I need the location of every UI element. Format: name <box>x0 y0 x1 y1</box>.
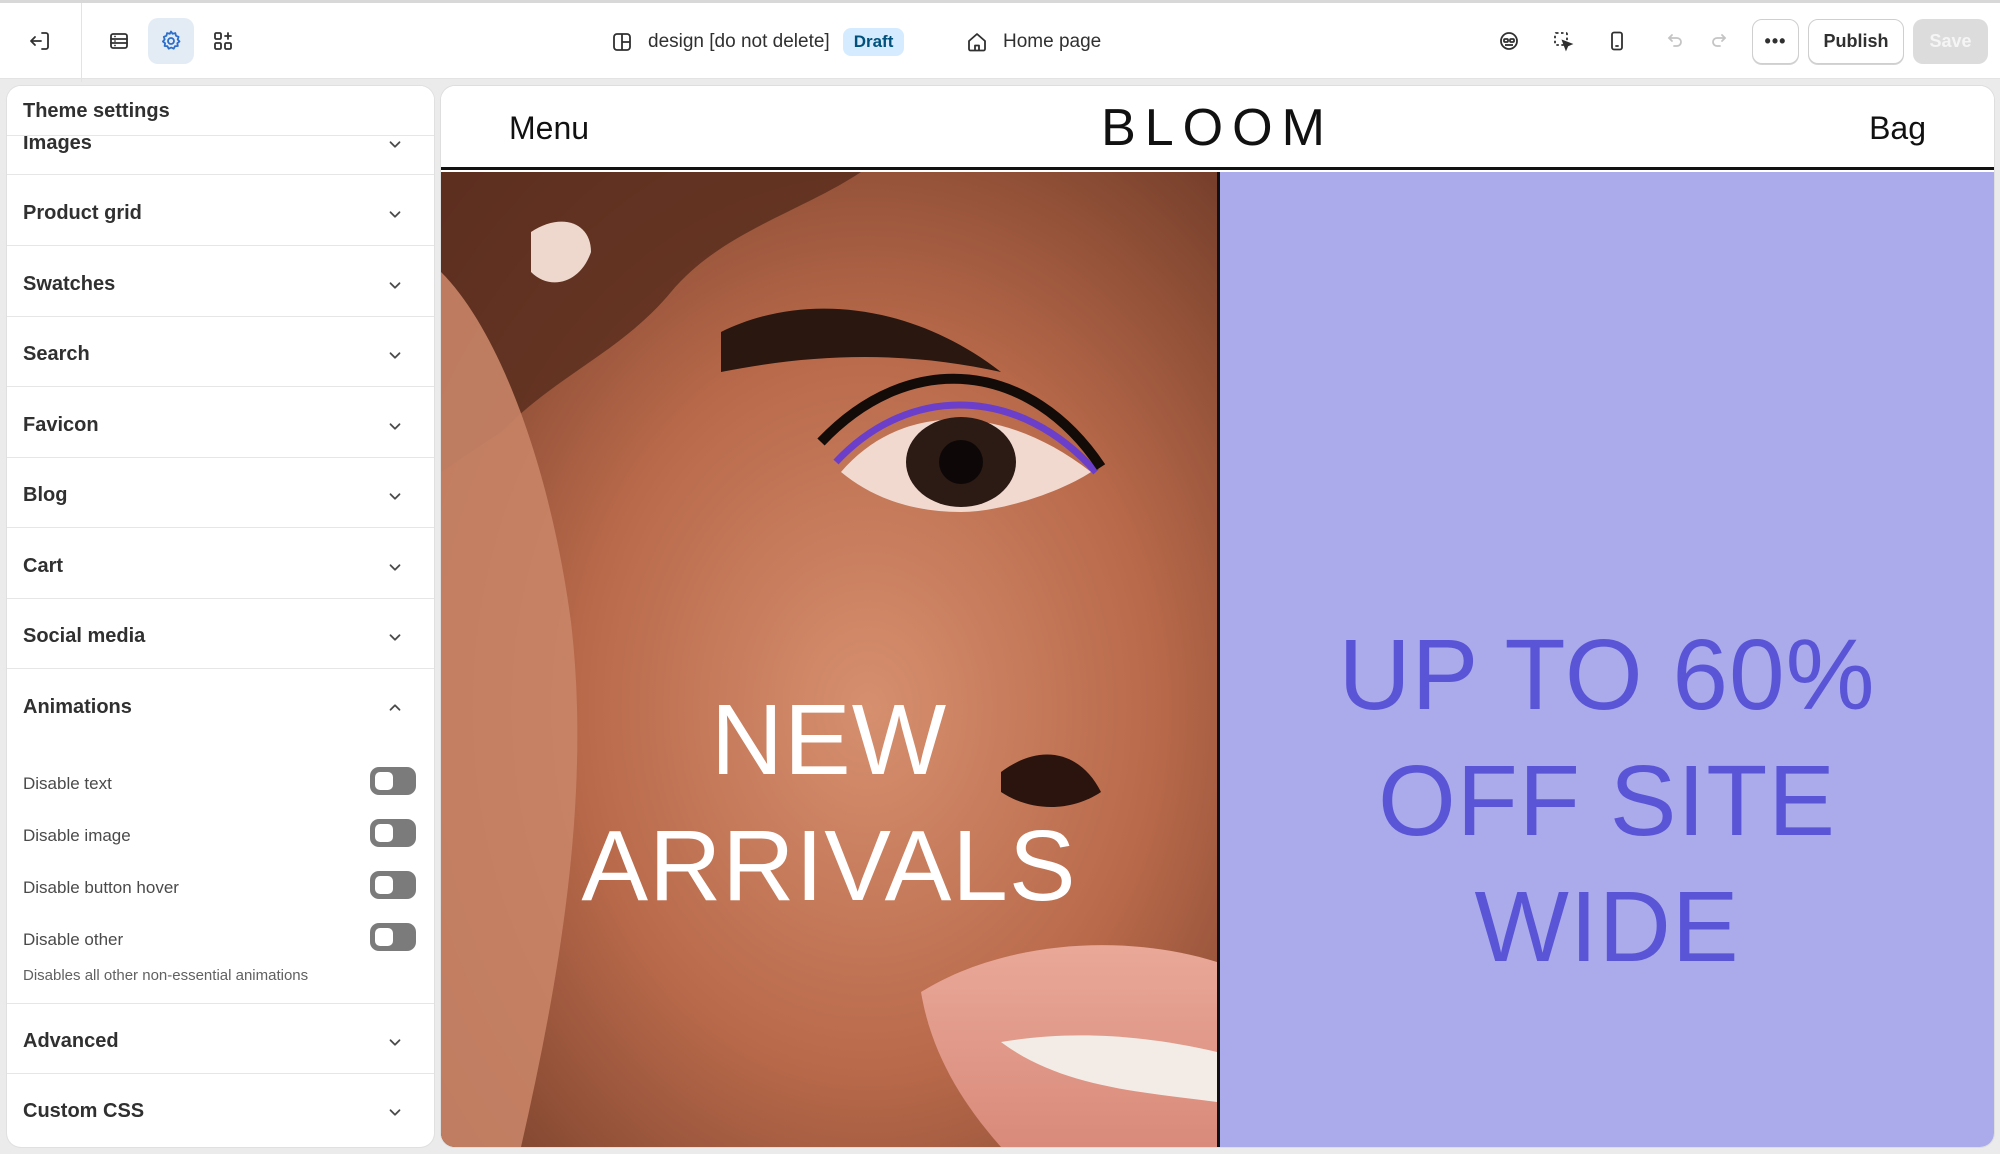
section-label: Social media <box>23 625 146 647</box>
section-search[interactable]: Search <box>7 317 434 387</box>
chevron-down-icon <box>389 1109 401 1116</box>
toggle-label: Disable other <box>23 930 124 949</box>
theme-name: design [do not delete] <box>648 31 830 52</box>
new-arrivals-heading: NEW ARRIVALS <box>441 677 1217 929</box>
theme-settings-button[interactable] <box>148 18 194 64</box>
banner-line: ARRIVALS <box>581 810 1077 922</box>
topbar-divider <box>81 3 82 82</box>
toggle-label: Disable text <box>23 774 112 793</box>
undo-button[interactable] <box>1651 18 1697 64</box>
sale-banner[interactable]: UP TO 60% OFF SITE WIDE <box>1220 172 1994 1147</box>
section-favicon[interactable]: Favicon <box>7 388 434 458</box>
redo-button[interactable] <box>1697 18 1743 64</box>
section-swatches[interactable]: Swatches <box>7 247 434 317</box>
section-animations-header[interactable]: Animations <box>7 670 434 740</box>
status-badge: Draft <box>842 28 905 56</box>
redo-icon <box>1712 34 1727 47</box>
toggle-knob <box>375 824 393 842</box>
home-icon <box>968 33 986 52</box>
gear-icon <box>162 30 181 50</box>
inspector-icon <box>1500 32 1518 50</box>
disable-button-hover-row: Disable button hover <box>7 868 434 908</box>
section-label: Search <box>23 343 90 365</box>
section-label: Cart <box>23 555 64 577</box>
section-advanced[interactable]: Advanced <box>7 1004 434 1074</box>
toggle-label: Disable button hover <box>23 878 179 897</box>
publish-button[interactable]: Publish <box>1808 19 1904 64</box>
undo-icon <box>1667 34 1682 47</box>
theme-settings-panel: Theme settings Images Product grid Swatc… <box>7 86 434 1147</box>
exit-button[interactable] <box>17 18 63 64</box>
store-header: Menu BLOOM Bag <box>441 86 1994 170</box>
toggle-label: Disable image <box>23 826 131 845</box>
section-cart[interactable]: Cart <box>7 529 434 599</box>
section-label: Product grid <box>23 202 142 224</box>
section-label: Advanced <box>23 1030 119 1052</box>
more-icon: ••• <box>1764 31 1787 51</box>
bag-link[interactable]: Bag <box>1869 110 1926 147</box>
sections-icon <box>110 33 128 49</box>
disable-text-toggle[interactable] <box>370 767 416 795</box>
select-element-button[interactable] <box>1540 18 1586 64</box>
section-blog[interactable]: Blog <box>7 458 434 528</box>
sections-button[interactable] <box>96 18 142 64</box>
theme-selector[interactable]: design [do not delete] Draft <box>610 25 905 59</box>
chevron-up-icon <box>389 704 401 711</box>
disable-button-hover-toggle[interactable] <box>370 871 416 899</box>
section-product-grid[interactable]: Product grid <box>7 176 434 246</box>
storefront-preview[interactable]: Menu BLOOM Bag NEW ARRIVALS UP TO 60% OF… <box>441 86 1994 1147</box>
chevron-down-icon <box>389 634 401 641</box>
section-label: Custom CSS <box>23 1100 145 1122</box>
store-logo[interactable]: BLOOM <box>441 98 1994 158</box>
apps-icon <box>214 32 232 50</box>
inspector-button[interactable] <box>1486 18 1532 64</box>
chevron-down-icon <box>389 211 401 218</box>
chevron-down-icon <box>389 1039 401 1046</box>
chevron-down-icon <box>389 493 401 500</box>
section-label: Favicon <box>23 414 99 436</box>
banner-line: UP TO 60% <box>1338 619 1876 731</box>
chevron-down-icon <box>389 141 401 148</box>
model-photo <box>441 172 1217 1147</box>
exit-icon <box>30 32 49 50</box>
banner-line: OFF SITE <box>1378 745 1836 857</box>
section-label: Animations <box>23 696 132 718</box>
disable-image-row: Disable image <box>7 816 434 856</box>
chevron-down-icon <box>389 564 401 571</box>
more-actions-button[interactable]: ••• <box>1752 19 1799 64</box>
section-custom-css[interactable]: Custom CSS <box>7 1074 434 1144</box>
toggle-knob <box>375 876 393 894</box>
banner-line: NEW <box>710 684 948 796</box>
chevron-down-icon <box>389 423 401 430</box>
chevron-down-icon <box>389 282 401 289</box>
new-arrivals-banner[interactable]: NEW ARRIVALS <box>441 172 1217 1147</box>
help-text: Disables all other non-essential animati… <box>23 967 309 984</box>
save-button[interactable]: Save <box>1913 19 1988 64</box>
page-name: Home page <box>1003 31 1102 52</box>
apps-button[interactable] <box>200 18 246 64</box>
section-label: Blog <box>23 484 68 506</box>
disable-other-row: Disable other <box>7 920 434 960</box>
disable-text-row: Disable text <box>7 764 434 804</box>
toggle-knob <box>375 928 393 946</box>
sale-heading: UP TO 60% OFF SITE WIDE <box>1220 612 1994 990</box>
layout-icon <box>613 33 631 51</box>
section-social-media[interactable]: Social media <box>7 599 434 669</box>
cursor-select-icon <box>1554 32 1574 52</box>
panel-header: Theme settings <box>7 86 434 136</box>
panel-title: Theme settings <box>23 100 170 122</box>
section-label: Swatches <box>23 273 116 295</box>
mobile-icon <box>1611 31 1623 51</box>
page-selector[interactable]: Home page <box>965 25 1101 59</box>
disable-other-toggle[interactable] <box>370 923 416 951</box>
toggle-knob <box>375 772 393 790</box>
banner-line: WIDE <box>1474 871 1740 983</box>
section-animations: Animations Disable text Disable image Di… <box>7 670 434 1004</box>
disable-image-toggle[interactable] <box>370 819 416 847</box>
device-preview-button[interactable] <box>1594 18 1640 64</box>
editor-topbar: design [do not delete] Draft Home page •… <box>0 0 2000 82</box>
chevron-down-icon <box>389 352 401 359</box>
